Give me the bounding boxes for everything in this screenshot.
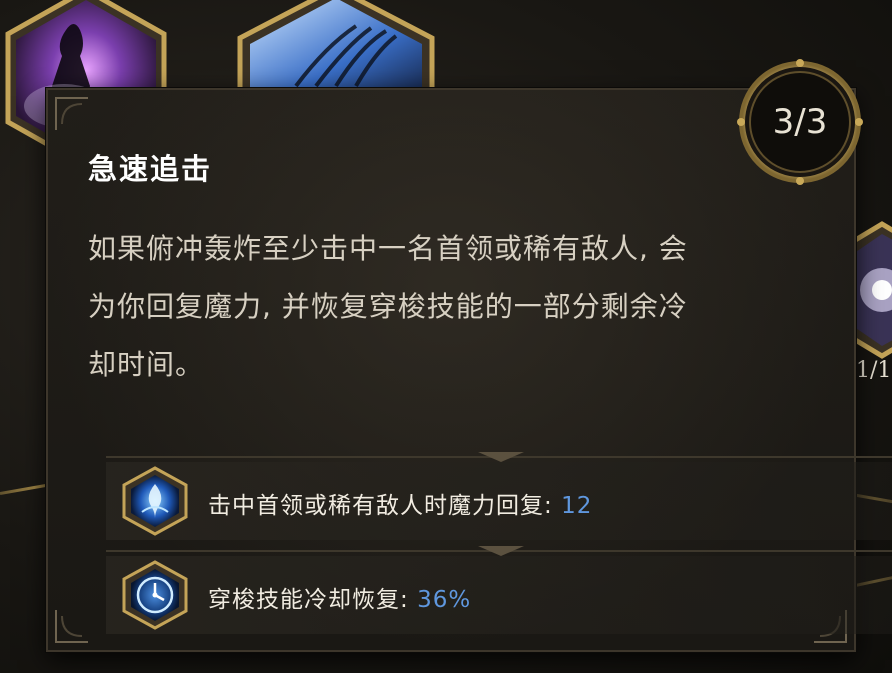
stat-value: 36%	[417, 587, 472, 613]
stat-cooldown-text: 穿梭技能冷却恢复: 36%	[208, 580, 471, 614]
description-line: 如果俯冲轰炸至少击中一名首领或稀有敌人, 会	[88, 232, 688, 265]
stat-label: 击中首领或稀有敌人时魔力回复:	[208, 493, 562, 519]
talent-tooltip: 急速追击 如果俯冲轰炸至少击中一名首领或稀有敌人, 会 为你回复魔力, 并恢复穿…	[46, 88, 892, 652]
stat-value: 12	[561, 493, 593, 519]
description-line: 为你回复魔力, 并恢复穿梭技能的一部分剩余冷	[88, 290, 688, 323]
talent-tree-scene: 1/1 急速追击 如果俯冲轰炸至少击中一名首领或稀有敌人, 会 为你回复魔力, …	[0, 0, 892, 673]
talent-description: 如果俯冲轰炸至少击中一名首领或稀有敌人, 会 为你回复魔力, 并恢复穿梭技能的一…	[88, 220, 808, 394]
stat-mana-text: 击中首领或稀有敌人时魔力回复: 12	[208, 486, 592, 520]
side-node-rank: 1/1	[856, 358, 892, 383]
mana-flame-icon	[120, 466, 190, 536]
rank-badge: 3/3	[736, 58, 864, 186]
cooldown-clock-icon	[120, 560, 190, 630]
stat-row-mana: 击中首领或稀有敌人时魔力回复: 12	[106, 462, 892, 540]
talent-title: 急速追击	[88, 152, 213, 186]
stat-label: 穿梭技能冷却恢复:	[208, 587, 418, 613]
stat-row-cooldown: 穿梭技能冷却恢复: 36%	[106, 556, 892, 634]
description-line: 却时间。	[88, 348, 205, 381]
rank-text: 3/3	[772, 102, 828, 142]
corner-ornament	[52, 94, 92, 134]
talent-node-claw[interactable]	[236, 0, 436, 96]
corner-ornament	[52, 606, 92, 646]
